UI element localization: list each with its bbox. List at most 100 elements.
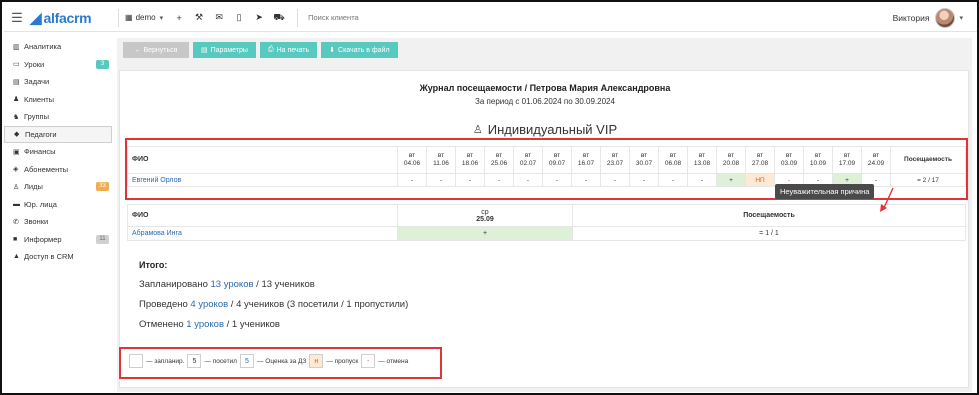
- sidebar-item-label: Информер: [24, 234, 62, 244]
- summary-cancelled: Отменено 1 уроков / 1 учеников: [139, 319, 959, 332]
- legend-planned-label: — запланир.: [146, 357, 185, 365]
- sidebar-item-crm-access[interactable]: ▲ Доступ в CRM: [4, 248, 112, 266]
- legend-visited-label: — посетил: [204, 357, 237, 365]
- sidebar-item-label: Абонементы: [24, 164, 69, 174]
- graduation-cap-icon: ◆: [14, 131, 20, 139]
- chevron-down-icon: ▾: [959, 14, 963, 22]
- held-suffix: / 4 учеников (3 посетили / 1 пропустили): [230, 299, 409, 310]
- search-input[interactable]: [308, 13, 509, 22]
- cart-icon[interactable]: ⛟: [269, 12, 289, 24]
- telegram-icon[interactable]: ➤: [249, 12, 269, 23]
- sidebar-item-label: Финансы: [24, 147, 56, 157]
- user-plus-icon: ♙: [472, 124, 483, 136]
- divider: [297, 8, 299, 27]
- mobile-icon[interactable]: ▯: [229, 12, 249, 23]
- legend-cancel-label: — отмена: [378, 357, 409, 365]
- summary-planned: Запланировано 13 уроков / 13 учеников: [139, 279, 959, 292]
- wrench-icon[interactable]: ⚒: [189, 12, 209, 23]
- sidebar-item-legal-entities[interactable]: ▬ Юр. лица: [4, 196, 112, 214]
- settings-icon: ▤: [201, 47, 208, 54]
- print-icon: ⎙: [267, 46, 274, 53]
- group-title: ♙ Индивидуальный VIP: [120, 122, 970, 137]
- lock-icon: ▲: [13, 253, 20, 261]
- student-name-link[interactable]: Абрамова Инга: [127, 226, 398, 241]
- legend-cancel-box: -: [361, 354, 376, 368]
- planned-link[interactable]: 13 уроков: [211, 279, 254, 290]
- sidebar-item-informer[interactable]: ■ Информер 11: [4, 231, 112, 249]
- arrow-icon: [880, 187, 894, 212]
- sidebar-item-label: Аналитика: [24, 42, 62, 52]
- download-icon: ⬇: [329, 47, 336, 54]
- legend-absent-box: н: [309, 354, 324, 368]
- tag-icon: ◈: [13, 166, 19, 174]
- add-icon[interactable]: +: [169, 13, 189, 23]
- users-icon: ♞: [13, 113, 20, 121]
- sidebar-item-leads[interactable]: ♙ Лиды 33: [4, 178, 112, 196]
- sidebar-item-finance[interactable]: ▣ Финансы: [4, 143, 112, 161]
- account-switcher[interactable]: ▦ demo ▾: [119, 13, 169, 22]
- table-row: Абрамова Инга + = 1 / 1: [127, 226, 966, 241]
- sidebar-item-subscriptions[interactable]: ◈ Абонементы: [4, 161, 112, 179]
- legend-absent-label: — пропуск: [326, 357, 359, 365]
- params-button[interactable]: ▤ Параметры: [193, 42, 256, 58]
- sidebar-item-label: Звонки: [24, 217, 49, 227]
- sidebar-item-label: Группы: [24, 112, 49, 122]
- account-name: demo: [135, 13, 156, 22]
- sidebar-item-tasks[interactable]: ▤ Задачи: [4, 73, 112, 91]
- sidebar-item-teachers[interactable]: ◆ Педагоги: [4, 125, 112, 143]
- phone-icon: ✆: [13, 218, 19, 226]
- legend-homework-box: 5: [239, 354, 254, 368]
- building-icon: ▦: [125, 13, 133, 22]
- back-button[interactable]: ← Вернуться: [123, 42, 189, 58]
- informer-badge: 11: [96, 234, 109, 244]
- action-toolbar: ← Вернуться ▤ Параметры ⎙ На печать ⬇ Скача…: [123, 42, 398, 58]
- sidebar-item-analytics[interactable]: ▥ Аналитика: [4, 38, 112, 56]
- legend-planned-box: [129, 354, 143, 368]
- sidebar-item-label: Юр. лица: [24, 199, 57, 209]
- informer-icon: ■: [13, 235, 18, 243]
- menu-icon[interactable]: ☰: [4, 10, 30, 26]
- user-plus-icon: ♙: [13, 183, 20, 191]
- planned-label: Запланировано: [139, 279, 208, 290]
- sidebar-item-lessons[interactable]: ▭ Уроки 3: [4, 56, 112, 74]
- sidebar-item-groups[interactable]: ♞ Группы: [4, 108, 112, 126]
- user-menu[interactable]: Виктория ▾: [892, 7, 977, 28]
- legend-homework-label: — Оценка за ДЗ: [256, 357, 307, 365]
- held-link[interactable]: 4 уроков: [190, 299, 228, 310]
- logo-mark-icon: ◢: [30, 9, 42, 27]
- sidebar-item-label: Педагоги: [25, 129, 57, 139]
- attendance-cell[interactable]: +: [397, 226, 573, 241]
- planned-suffix: / 13 учеников: [256, 279, 315, 290]
- print-button[interactable]: ⎙ На печать: [259, 42, 318, 58]
- attendance-table-2: ФИО ср 25.09 Посещаемость Абрамова Инга +…: [127, 204, 966, 241]
- cancelled-label: Отменено: [139, 319, 184, 330]
- mail-icon[interactable]: ✉: [209, 12, 229, 23]
- money-icon: ▣: [13, 148, 20, 156]
- journal-period: За период с 01.06.2024 по 30.09.2024: [475, 97, 615, 106]
- summary-held: Проведено 4 уроков / 4 учеников (3 посет…: [139, 299, 959, 312]
- fio-header: ФИО: [127, 204, 398, 227]
- user-name: Виктория: [892, 12, 930, 23]
- user-icon: ♟: [13, 96, 20, 104]
- print-label: На печать: [276, 46, 310, 54]
- chevron-down-icon: ▾: [159, 14, 164, 22]
- logo[interactable]: ◢ alfacrm: [30, 9, 110, 27]
- cancelled-suffix: / 1 учеников: [226, 319, 280, 330]
- download-label: Скачать в файл: [338, 46, 390, 54]
- sidebar-item-calls[interactable]: ✆ Звонки: [4, 213, 112, 231]
- attendance-total: = 1 / 1: [572, 226, 966, 241]
- download-button[interactable]: ⬇ Скачать в файл: [321, 42, 398, 58]
- sidebar-item-label: Клиенты: [24, 94, 55, 104]
- avatar: [935, 7, 956, 28]
- logo-text: alfacrm: [43, 9, 92, 26]
- sidebar-item-label: Доступ в CRM: [24, 252, 74, 262]
- sidebar-item-clients[interactable]: ♟ Клиенты: [4, 91, 112, 109]
- chart-icon: ▥: [13, 43, 20, 51]
- tasks-icon: ▤: [13, 78, 20, 86]
- sidebar-item-label: Уроки: [24, 59, 45, 69]
- journal-title: Журнал посещаемости / Петрова Мария Алек…: [419, 83, 671, 93]
- summary: Итого: Запланировано 13 уроков / 13 учен…: [139, 260, 959, 339]
- app-frame: ☰ ◢ alfacrm ▦ demo ▾ + ⚒ ✉ ▯ ➤ ⛟ Виктори…: [0, 0, 979, 395]
- briefcase-icon: ▬: [13, 200, 20, 208]
- cancelled-link[interactable]: 1 уроков: [186, 319, 224, 330]
